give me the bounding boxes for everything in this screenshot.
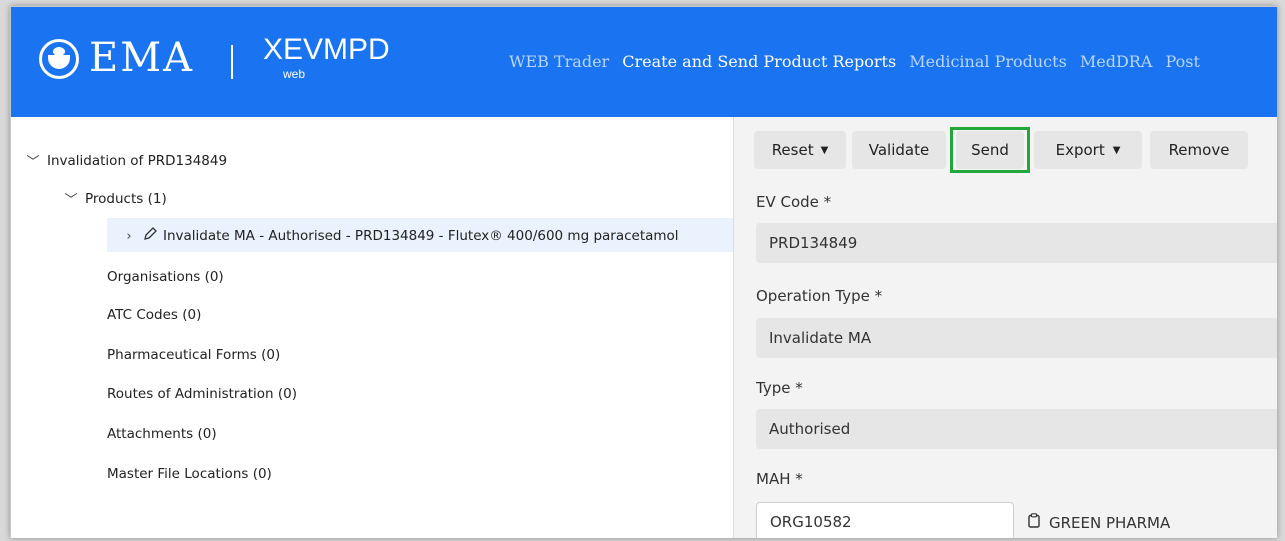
tree-routes[interactable]: Routes of Administration (0) <box>107 386 297 402</box>
send-highlight-box <box>950 127 1030 173</box>
nav-meddra[interactable]: MedDRA <box>1080 52 1153 71</box>
tree-routes-label: Routes of Administration (0) <box>107 386 298 402</box>
mah-name[interactable]: GREEN PHARMA <box>1028 513 1170 532</box>
chevron-down-icon[interactable]: ﹀ <box>25 151 41 170</box>
tree-product-item[interactable]: › Invalidate MA - Authorised - PRD134849… <box>107 218 733 252</box>
tree-pharm-forms-label: Pharmaceutical Forms (0) <box>107 347 281 363</box>
type-value: Authorised <box>769 420 851 438</box>
operation-type-field[interactable]: Invalidate MA <box>756 318 1277 358</box>
tree-root-label: Invalidation of PRD134849 <box>47 152 228 169</box>
nav-medicinal-products[interactable]: Medicinal Products <box>909 52 1067 71</box>
nav-web-trader[interactable]: WEB Trader <box>509 52 609 71</box>
tree-root[interactable]: ﹀ Invalidation of PRD134849 <box>25 151 228 171</box>
remove-button[interactable]: Remove <box>1150 131 1248 169</box>
chevron-right-icon[interactable]: › <box>121 229 137 244</box>
brand-separator <box>231 45 233 79</box>
tree-pharmaceutical-forms[interactable]: Pharmaceutical Forms (0) <box>107 347 280 363</box>
main-nav: WEB Trader Create and Send Product Repor… <box>509 52 1208 71</box>
mah-value: ORG10582 <box>770 513 852 531</box>
caret-down-icon: ▼ <box>1112 144 1121 156</box>
tree-atc-codes-label: ATC Codes (0) <box>107 307 202 323</box>
tree-organisations-label: Organisations (0) <box>107 269 224 285</box>
ev-code-label: EV Code * <box>756 193 832 211</box>
report-tree: ﹀ Invalidation of PRD134849 ﹀ Products (… <box>11 117 733 538</box>
nav-post[interactable]: Post <box>1166 52 1200 71</box>
export-label: Export <box>1055 141 1105 159</box>
tree-product-item-label: Invalidate MA - Authorised - PRD134849 -… <box>163 228 679 244</box>
chevron-down-icon[interactable]: ﹀ <box>63 189 79 208</box>
caret-down-icon: ▼ <box>820 144 829 156</box>
tree-products-label: Products (1) <box>85 190 167 207</box>
reset-label: Reset <box>771 141 814 159</box>
type-label: Type * <box>756 379 803 397</box>
detail-panel: Reset ▼ Validate Send Export ▼ Remove EV… <box>733 117 1277 538</box>
pencil-icon <box>143 227 157 245</box>
ema-logo-icon <box>39 39 79 79</box>
tree-master-files-label: Master File Locations (0) <box>107 466 272 482</box>
clipboard-icon <box>1028 513 1040 532</box>
top-header: EMA XEVMPD web WEB Trader Create and Sen… <box>11 7 1277 117</box>
tree-atc-codes[interactable]: ATC Codes (0) <box>107 307 201 323</box>
mah-name-text: GREEN PHARMA <box>1049 513 1171 532</box>
ev-code-value: PRD134849 <box>769 234 858 252</box>
tree-attachments[interactable]: Attachments (0) <box>107 426 217 442</box>
validate-button[interactable]: Validate <box>852 131 946 169</box>
tree-products[interactable]: ﹀ Products (1) <box>63 189 167 209</box>
product-name: XEVMPD <box>263 33 390 66</box>
operation-type-label: Operation Type * <box>756 287 883 305</box>
tree-attachments-label: Attachments (0) <box>107 426 217 442</box>
brand-name: EMA <box>89 35 195 81</box>
product-subtitle: web <box>283 67 306 81</box>
reset-button[interactable]: Reset ▼ <box>754 131 846 169</box>
ev-code-field[interactable]: PRD134849 <box>756 223 1277 263</box>
app-window: EMA XEVMPD web WEB Trader Create and Sen… <box>10 6 1277 538</box>
mah-label: MAH * <box>756 470 803 488</box>
tree-master-file-locations[interactable]: Master File Locations (0) <box>107 466 272 482</box>
type-field[interactable]: Authorised <box>756 409 1277 449</box>
validate-label: Validate <box>868 141 930 159</box>
export-button[interactable]: Export ▼ <box>1034 131 1142 169</box>
operation-type-value: Invalidate MA <box>769 329 872 347</box>
mah-field[interactable]: ORG10582 <box>756 502 1014 538</box>
tree-organisations[interactable]: Organisations (0) <box>107 269 224 285</box>
remove-label: Remove <box>1168 141 1230 159</box>
nav-create-send-reports[interactable]: Create and Send Product Reports <box>622 52 896 71</box>
